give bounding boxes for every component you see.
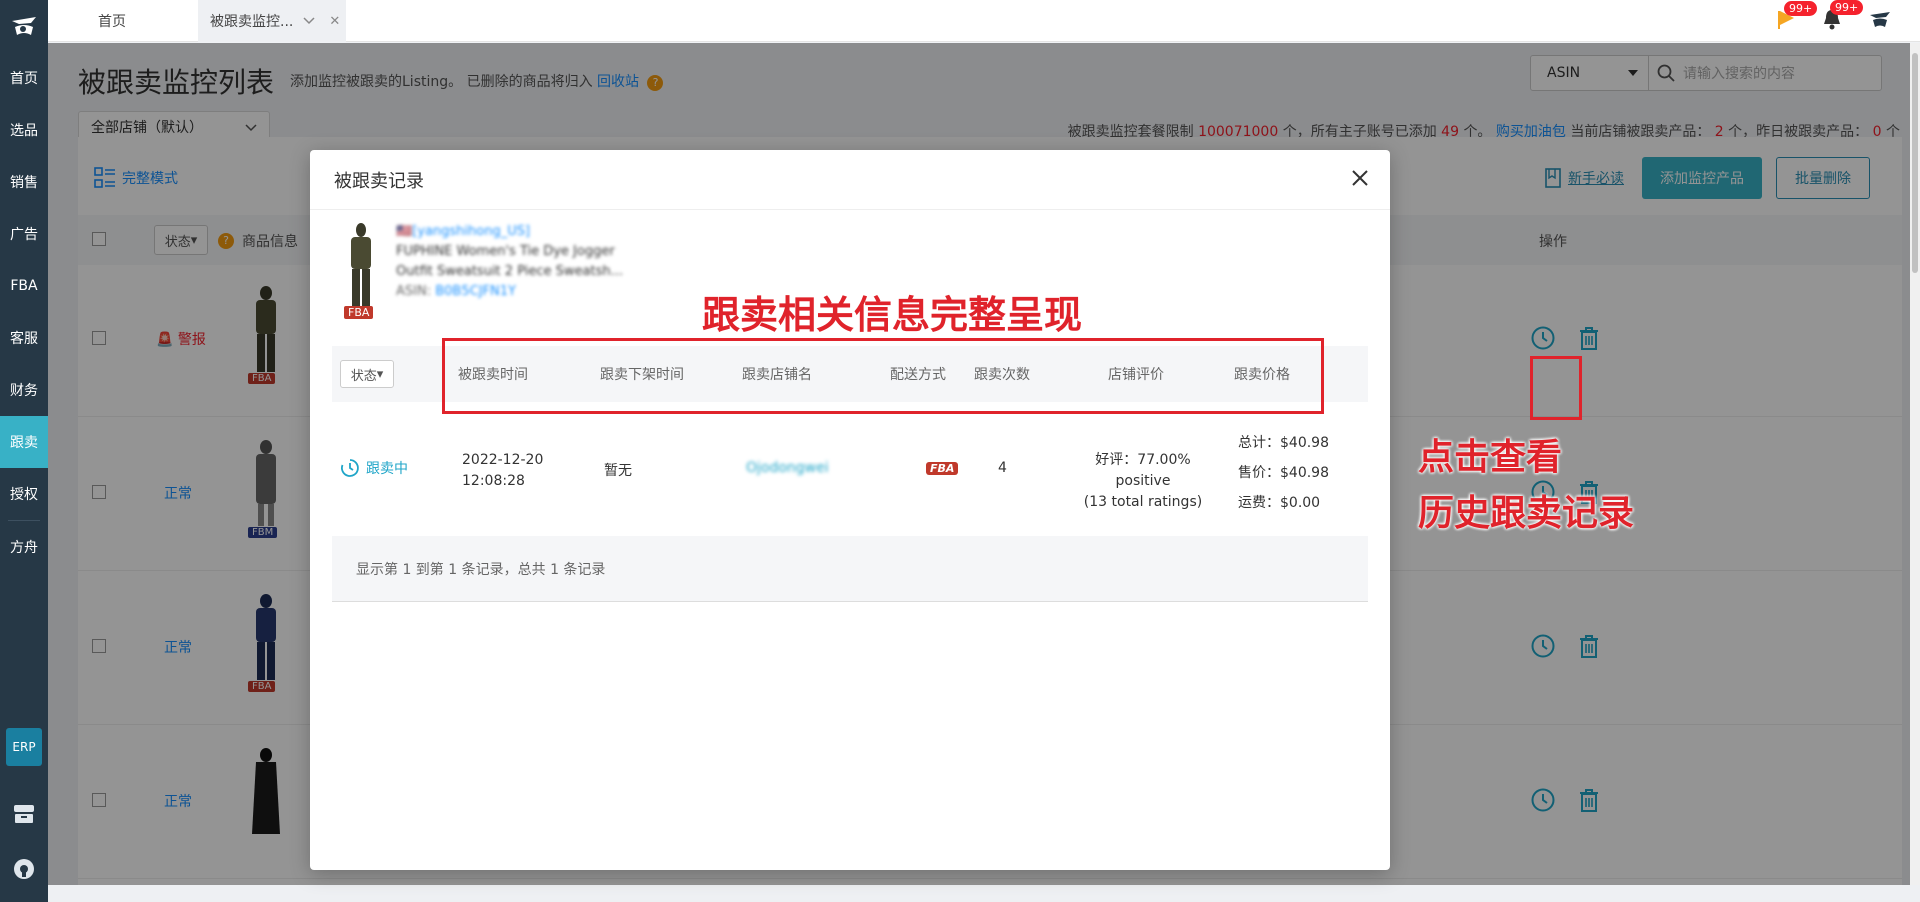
follow-time: 2022-12-20 12:08:28: [462, 452, 544, 489]
tab-home[interactable]: 首页: [98, 0, 126, 42]
us-flag-icon: 🇺🇸: [396, 224, 413, 239]
follow-record-modal: 被跟卖记录 FBA 🇺🇸[yangshihong_US] FUPHINE Wom…: [310, 150, 1390, 870]
support-icon[interactable]: [0, 858, 48, 880]
bell-badge: 99+: [1830, 0, 1864, 15]
record-row: 跟卖中 2022-12-20 12:08:28 暂无 Ojodongwei FB…: [332, 412, 1368, 522]
delivery-method: FBA: [926, 460, 959, 476]
flag-notification[interactable]: 99+: [1776, 1, 1818, 33]
sidebar-item-fba[interactable]: FBA: [0, 260, 48, 312]
chevron-down-icon[interactable]: [303, 17, 315, 25]
offline-time: 暂无: [604, 463, 632, 479]
close-icon[interactable]: [1350, 168, 1370, 188]
sidebar-item-home[interactable]: 首页: [0, 52, 48, 104]
fba-tag: FBA: [344, 306, 374, 319]
annotation-side-line1: 点击查看: [1418, 437, 1563, 478]
page-scrollbar[interactable]: [1910, 43, 1920, 885]
annotation-headline: 跟卖相关信息完整呈现: [702, 293, 1083, 337]
sidebar-item-ark[interactable]: 方舟: [0, 521, 48, 573]
sidebar-item-sales[interactable]: 销售: [0, 156, 48, 208]
user-avatar[interactable]: [1868, 7, 1892, 35]
footer-strip: [48, 885, 1920, 902]
close-tab-icon[interactable]: ✕: [329, 14, 340, 29]
seller-name[interactable]: Ojodongwei: [746, 460, 829, 476]
clock-icon: [341, 459, 359, 477]
bell-notification[interactable]: 99+: [1822, 0, 1864, 34]
modal-title: 被跟卖记录: [334, 170, 424, 192]
scrollbar-thumb[interactable]: [1912, 53, 1918, 273]
store-icon[interactable]: [0, 804, 48, 824]
sidebar-item-selection[interactable]: 选品: [0, 104, 48, 156]
sidebar-item-finance[interactable]: 财务: [0, 364, 48, 416]
erp-button[interactable]: ERP: [6, 728, 42, 766]
annotation-side-line2: 历史跟卖记录: [1418, 493, 1635, 534]
history-highlight-box: [1530, 356, 1582, 420]
top-right-actions: 99+ 99+: [1776, 0, 1892, 36]
sidebar-item-auth[interactable]: 授权: [0, 468, 48, 520]
avatar-icon: [1870, 12, 1890, 27]
pagination-info: 显示第 1 到第 1 条记录，总共 1 条记录: [332, 536, 1368, 602]
product-image: [351, 223, 371, 307]
sidebar-item-follow-sell[interactable]: 跟卖: [0, 416, 48, 468]
follow-price: 总计：$40.98 售价：$40.98 运费：$0.00: [1238, 435, 1329, 511]
tab-bar: 首页 被跟卖监控... ✕ 99+ 99+: [48, 0, 1920, 42]
status-filter[interactable]: 状态 ▾: [340, 360, 394, 388]
product-meta: 🇺🇸[yangshihong_US] FUPHINE Women's Tie D…: [396, 224, 623, 299]
header-highlight-box: [442, 338, 1324, 414]
logo-icon: [12, 17, 36, 35]
left-sidebar: 首页 选品 销售 广告 FBA 客服 财务 跟卖 授权 方舟 ERP: [0, 0, 48, 902]
store-rating: 好评：77.00% positive (13 total ratings): [1083, 452, 1203, 510]
app-logo[interactable]: [0, 0, 48, 52]
follow-status: 跟卖中: [340, 458, 408, 478]
sidebar-item-ads[interactable]: 广告: [0, 208, 48, 260]
modal-header: 被跟卖记录: [310, 150, 1390, 210]
sidebar-item-service[interactable]: 客服: [0, 312, 48, 364]
follow-count: 4: [998, 460, 1007, 476]
tab-follow-monitor[interactable]: 被跟卖监控... ✕: [198, 0, 346, 42]
flag-badge: 99+: [1784, 1, 1818, 16]
